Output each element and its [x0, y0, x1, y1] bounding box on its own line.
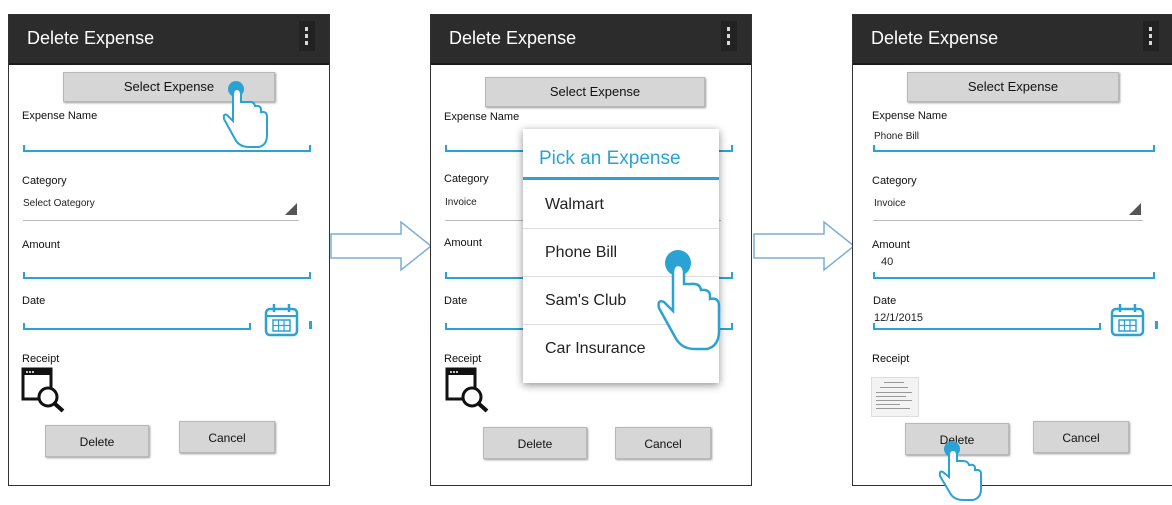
category-label: Category — [444, 173, 489, 185]
calendar-icon[interactable] — [263, 301, 301, 339]
tap-hand-icon — [222, 81, 268, 148]
delete-button[interactable]: Delete — [483, 427, 587, 459]
category-divider — [873, 220, 1143, 221]
dropdown-arrow-icon[interactable] — [285, 203, 297, 215]
tap-hand-icon — [657, 250, 721, 351]
category-label: Category — [22, 175, 67, 187]
amount-label: Amount — [22, 239, 60, 251]
expense-name-field[interactable] — [873, 145, 1155, 152]
tap-hand-icon — [938, 441, 982, 501]
expense-name-value[interactable]: Phone Bill — [874, 131, 919, 142]
dropdown-arrow-icon[interactable] — [1129, 203, 1141, 215]
expense-option-walmart[interactable]: Walmart — [523, 181, 719, 229]
category-dropdown-value[interactable]: Select Oategory — [23, 198, 95, 209]
expense-name-label: Expense Name — [872, 110, 948, 122]
screen-2: Delete Expense Select Expense Expense Na… — [430, 14, 752, 486]
option-label: Car Insurance — [545, 340, 646, 357]
receipt-label: Receipt — [872, 353, 910, 365]
receipt-label: Receipt — [444, 353, 482, 365]
option-label: Phone Bill — [545, 244, 618, 261]
receipt-label: Receipt — [22, 353, 60, 365]
date-value[interactable]: 12/1/2015 — [874, 312, 923, 324]
app-title: Delete Expense — [27, 28, 155, 48]
date-field-edge — [1155, 321, 1158, 329]
dialog-title-divider — [523, 177, 719, 180]
app-title: Delete Expense — [871, 28, 999, 48]
date-field-edge — [309, 321, 312, 329]
receipt-thumbnail[interactable] — [871, 377, 919, 417]
cancel-button[interactable]: Cancel — [615, 427, 711, 459]
amount-label: Amount — [444, 237, 482, 249]
screen-1: Delete Expense Select Expense Expense Na… — [8, 14, 330, 486]
screen-3: Delete Expense Select Expense Expense Na… — [852, 14, 1172, 501]
amount-field[interactable] — [23, 272, 311, 279]
overflow-menu-icon[interactable] — [299, 21, 315, 51]
delete-button[interactable]: Delete — [45, 425, 149, 457]
date-label: Date — [22, 295, 46, 307]
receipt-search-icon[interactable] — [445, 367, 495, 413]
expense-name-label: Expense Name — [444, 111, 520, 123]
amount-field[interactable] — [873, 272, 1155, 279]
overflow-menu-icon[interactable] — [1143, 21, 1159, 51]
date-field[interactable] — [873, 323, 1101, 330]
amount-label: Amount — [872, 239, 910, 251]
select-expense-button[interactable]: Select Expense — [485, 77, 705, 107]
date-field[interactable] — [23, 323, 251, 330]
calendar-icon[interactable] — [1109, 301, 1147, 339]
app-bar: Delete Expense — [431, 15, 751, 65]
overflow-menu-icon[interactable] — [721, 21, 737, 51]
amount-value[interactable]: 40 — [881, 256, 893, 268]
category-label: Category — [872, 175, 917, 187]
app-title: Delete Expense — [449, 28, 577, 48]
category-dropdown-value[interactable]: Invoice — [445, 197, 477, 208]
cancel-button[interactable]: Cancel — [179, 421, 275, 453]
receipt-search-icon[interactable] — [21, 367, 71, 413]
expense-name-label: Expense Name — [22, 110, 98, 122]
cancel-button[interactable]: Cancel — [1033, 421, 1129, 453]
category-divider — [23, 220, 299, 221]
flow-arrow-1 — [330, 220, 433, 272]
option-label: Walmart — [545, 196, 604, 213]
app-bar: Delete Expense — [9, 15, 329, 65]
dialog-title: Pick an Expense — [539, 148, 681, 169]
select-expense-button[interactable]: Select Expense — [907, 72, 1119, 102]
date-label: Date — [873, 295, 897, 307]
category-dropdown-value[interactable]: Invoice — [874, 198, 906, 209]
app-bar: Delete Expense — [853, 15, 1172, 65]
option-label: Sam's Club — [545, 292, 627, 309]
flow-arrow-2 — [753, 220, 856, 272]
date-label: Date — [444, 295, 468, 307]
